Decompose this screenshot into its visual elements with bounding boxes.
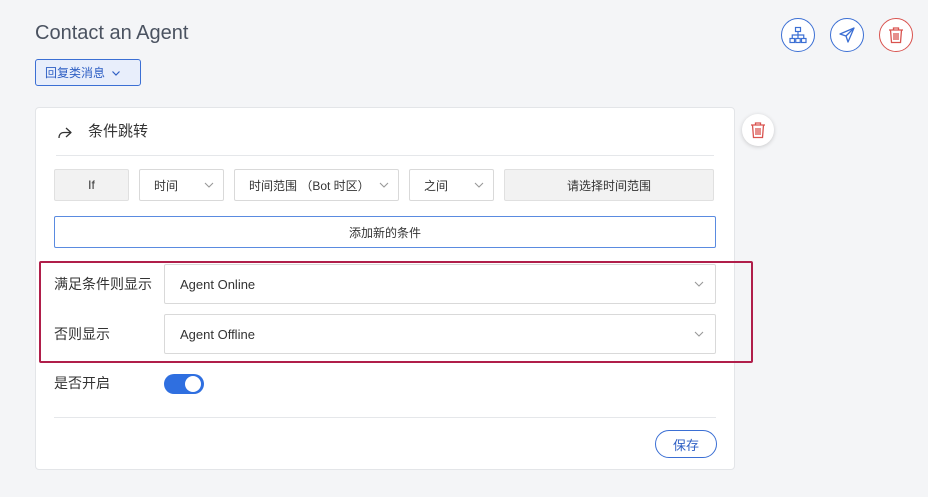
then-value: Agent Online bbox=[180, 276, 256, 292]
enabled-label: 是否开启 bbox=[54, 375, 110, 391]
time-range-picker[interactable]: 请选择时间范围 bbox=[504, 169, 714, 201]
chevron-down-icon bbox=[694, 281, 704, 287]
trash-icon bbox=[889, 27, 903, 44]
chevron-down-icon bbox=[474, 182, 484, 188]
condition-field-select[interactable]: 时间 bbox=[139, 169, 224, 201]
message-type-label: 回复类消息 bbox=[45, 66, 106, 80]
send-icon bbox=[839, 27, 855, 43]
card-title: 条件跳转 bbox=[88, 123, 149, 140]
condition-scope-select[interactable]: 时间范围 （Bot 时区） bbox=[234, 169, 399, 201]
enabled-row: 是否开启 bbox=[54, 370, 716, 396]
else-select[interactable]: Agent Offline bbox=[164, 314, 716, 354]
condition-field-value: 时间 bbox=[154, 178, 179, 193]
toggle-knob bbox=[185, 376, 201, 392]
share-arrow-icon bbox=[58, 127, 72, 139]
flow-diagram-button[interactable] bbox=[781, 18, 815, 52]
flow-diagram-icon bbox=[789, 26, 807, 44]
then-select[interactable]: Agent Online bbox=[164, 264, 716, 304]
send-button[interactable] bbox=[830, 18, 864, 52]
condition-card: 条件跳转 If 时间 时间范围 （Bot 时区） 之间 请选择时间范围 添加新的… bbox=[35, 107, 753, 470]
top-actions bbox=[781, 18, 913, 52]
chevron-down-icon bbox=[379, 182, 389, 188]
divider bbox=[54, 417, 716, 418]
condition-operator-select[interactable]: 之间 bbox=[409, 169, 494, 201]
else-label: 否则显示 bbox=[54, 326, 110, 342]
enabled-toggle[interactable] bbox=[164, 374, 204, 394]
trash-icon bbox=[751, 122, 765, 139]
add-condition-button[interactable]: 添加新的条件 bbox=[54, 216, 716, 248]
then-label: 满足条件则显示 bbox=[54, 276, 152, 292]
page-title: Contact an Agent bbox=[35, 22, 189, 44]
card-header: 条件跳转 bbox=[56, 122, 714, 156]
save-button[interactable]: 保存 bbox=[655, 430, 717, 458]
card-delete-button[interactable] bbox=[742, 114, 774, 146]
if-label: If bbox=[54, 169, 129, 201]
condition-operator-value: 之间 bbox=[424, 178, 449, 193]
message-type-dropdown[interactable]: 回复类消息 bbox=[35, 59, 141, 86]
chevron-down-icon bbox=[204, 182, 214, 188]
chevron-down-icon bbox=[112, 70, 120, 76]
chevron-down-icon bbox=[694, 331, 704, 337]
condition-scope-value: 时间范围 （Bot 时区） bbox=[249, 178, 370, 193]
else-value: Agent Offline bbox=[180, 326, 255, 342]
then-row: 满足条件则显示 Agent Online bbox=[54, 264, 716, 304]
else-row: 否则显示 Agent Offline bbox=[54, 314, 716, 354]
delete-button[interactable] bbox=[879, 18, 913, 52]
